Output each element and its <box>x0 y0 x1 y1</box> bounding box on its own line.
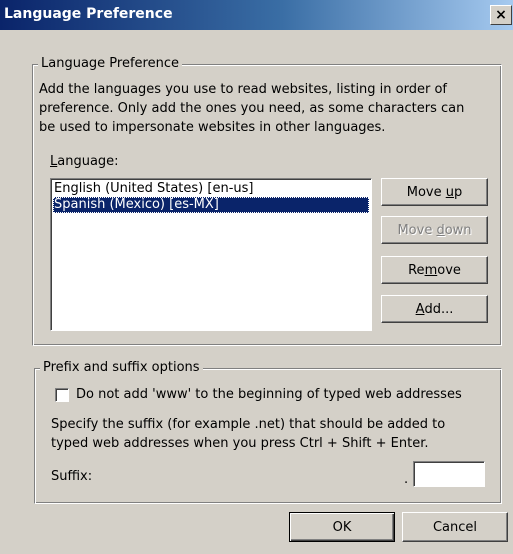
language-list-item-es-mx[interactable]: Spanish (Mexico) [es-MX] <box>53 197 369 213</box>
remove-label-pre: Re <box>408 262 425 278</box>
move-down-label-pre: Move <box>397 222 437 238</box>
language-list-label: Language: <box>50 152 119 171</box>
language-preference-legend: Language Preference <box>38 56 182 71</box>
move-down-button[interactable]: Move d own <box>381 216 488 244</box>
suffix-dot: . <box>404 472 409 487</box>
add-label-post: dd... <box>424 301 454 317</box>
window-title: Language Preference <box>4 6 173 22</box>
close-button[interactable]: × <box>490 5 512 25</box>
move-up-label-pre: Move <box>406 184 446 200</box>
title-bar[interactable]: Language Preference × <box>0 0 513 30</box>
move-up-label-mnemonic: u <box>445 184 454 200</box>
add-label-mnemonic: A <box>415 301 425 317</box>
ok-button[interactable]: OK <box>289 512 395 542</box>
move-down-label-mnemonic: d <box>436 222 445 238</box>
move-up-button[interactable]: Move up <box>381 178 488 206</box>
add-button[interactable]: Add... <box>381 295 488 323</box>
suffix-label: Suffix: <box>51 469 93 484</box>
remove-label-post: ove <box>437 262 461 278</box>
language-description-line-3: be used to impersonate websites in other… <box>39 120 386 135</box>
cancel-button[interactable]: Cancel <box>402 512 508 542</box>
language-list-label-rest: anguage: <box>57 154 119 169</box>
language-preference-dialog: Language Preference × Language Preferenc… <box>0 0 513 554</box>
remove-label-mnemonic: m <box>424 262 438 278</box>
close-icon: × <box>495 7 507 23</box>
move-up-label-post: p <box>453 184 463 200</box>
suffix-help-line-2: typed web addresses when you press Ctrl … <box>51 436 429 451</box>
prefix-suffix-legend: Prefix and suffix options <box>40 360 203 375</box>
no-www-checkbox-label[interactable]: Do not add 'www' to the beginning of typ… <box>76 385 462 404</box>
remove-button[interactable]: Re m ove <box>381 256 488 284</box>
language-list-item-en-us[interactable]: English (United States) [en-us] <box>53 181 369 197</box>
language-listbox[interactable]: English (United States) [en-us] Spanish … <box>50 178 372 331</box>
move-down-label-post: own <box>444 222 472 238</box>
language-description-line-2: preference. Only add the ones you need, … <box>39 101 465 116</box>
suffix-help-line-1: Specify the suffix (for example .net) th… <box>51 417 446 432</box>
no-www-checkbox[interactable] <box>55 388 69 402</box>
suffix-input[interactable] <box>413 461 485 487</box>
language-description-line-1: Add the languages you use to read websit… <box>39 82 447 97</box>
